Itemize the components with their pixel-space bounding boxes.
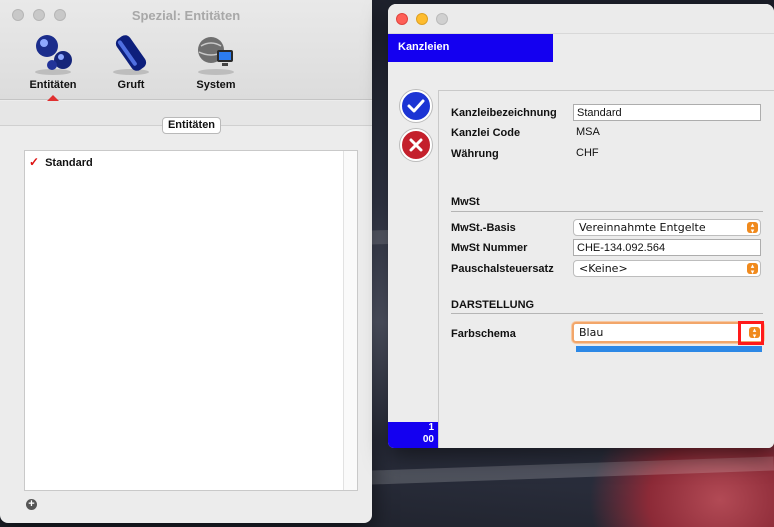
checkmark-icon bbox=[407, 99, 425, 113]
pauschalsteuersatz-select[interactable]: <Keine> ▴ ▾ bbox=[573, 260, 761, 277]
mwst-nummer-field[interactable] bbox=[573, 239, 761, 256]
darstellung-heading: DARSTELLUNG bbox=[451, 299, 535, 311]
toolbar-item-entitaeten[interactable]: Entitäten bbox=[18, 32, 88, 101]
mwst-heading: MwSt bbox=[451, 196, 480, 208]
cancel-button[interactable] bbox=[400, 129, 432, 161]
close-window-button[interactable] bbox=[396, 13, 408, 25]
kanzleibezeichnung-field[interactable] bbox=[573, 104, 761, 121]
toolbar-item-system[interactable]: System bbox=[181, 32, 251, 94]
title-bar: Spezial: Entitäten Entitäten Gruft Syste… bbox=[0, 0, 372, 101]
mwst-basis-label: MwSt.-Basis bbox=[451, 222, 516, 234]
title-bar bbox=[388, 4, 774, 34]
select-value: Vereinnahmte Entgelte bbox=[579, 221, 706, 234]
farbschema-select[interactable]: Blau ▴ ▾ bbox=[572, 322, 764, 343]
toolbar-item-gruft[interactable]: Gruft bbox=[96, 32, 166, 94]
checkmark-icon: ✓ bbox=[29, 155, 40, 169]
kanzlei-form: Kanzleibezeichnung Kanzlei Code MSA Währ… bbox=[438, 90, 774, 448]
mwst-basis-select[interactable]: Vereinnahmte Entgelte ▴ ▾ bbox=[573, 219, 761, 236]
minimize-window-button[interactable] bbox=[416, 13, 428, 25]
waehrung-label: Währung bbox=[451, 148, 499, 160]
toolbar-label: Gruft bbox=[117, 79, 145, 91]
add-entity-button[interactable]: + bbox=[26, 499, 37, 510]
kanzleien-header: Kanzleien bbox=[388, 34, 553, 62]
kanzlei-code-value: MSA bbox=[576, 126, 600, 138]
chevron-updown-icon: ▴ ▾ bbox=[747, 263, 758, 276]
chevron-updown-icon: ▴ ▾ bbox=[747, 222, 758, 235]
section-divider bbox=[451, 211, 763, 212]
color-scheme-preview bbox=[576, 346, 762, 352]
list-item-label: Standard bbox=[45, 157, 93, 169]
record-counter: 1 00 bbox=[388, 422, 438, 448]
zoom-window-button[interactable] bbox=[436, 13, 448, 25]
entities-list: ✓ Standard bbox=[24, 150, 358, 491]
window-title: Spezial: Entitäten bbox=[131, 8, 241, 23]
waehrung-value: CHF bbox=[576, 147, 599, 159]
vault-icon bbox=[113, 35, 149, 75]
entities-window: Spezial: Entitäten Entitäten Gruft Syste… bbox=[0, 0, 372, 523]
select-value: <Keine> bbox=[579, 262, 628, 275]
kanzleibezeichnung-label: Kanzleibezeichnung bbox=[451, 107, 557, 119]
counter-line: 1 bbox=[428, 422, 434, 433]
counter-line: 00 bbox=[422, 434, 434, 445]
pauschalsteuersatz-label: Pauschalsteuersatz bbox=[451, 263, 554, 275]
section-divider bbox=[451, 313, 763, 314]
list-scrollbar[interactable] bbox=[343, 151, 357, 490]
farbschema-stepper-highlight bbox=[738, 321, 764, 345]
close-icon bbox=[409, 138, 423, 152]
entities-section-button[interactable]: Entitäten bbox=[162, 117, 221, 134]
list-item[interactable]: ✓ Standard bbox=[29, 154, 339, 170]
kanzlei-code-label: Kanzlei Code bbox=[451, 127, 521, 139]
toolbar-label: Entitäten bbox=[29, 79, 77, 91]
farbschema-label: Farbschema bbox=[451, 328, 516, 340]
confirm-button[interactable] bbox=[400, 90, 432, 122]
entities-icon bbox=[35, 35, 72, 75]
system-icon bbox=[198, 37, 234, 75]
toolbar-label: System bbox=[196, 79, 236, 91]
select-value: Blau bbox=[579, 326, 604, 339]
kanzleien-window: Kanzleien 1 00 Kanzleibezeichnung Kanzle… bbox=[388, 4, 774, 448]
mwst-nummer-label: MwSt Nummer bbox=[451, 242, 528, 254]
